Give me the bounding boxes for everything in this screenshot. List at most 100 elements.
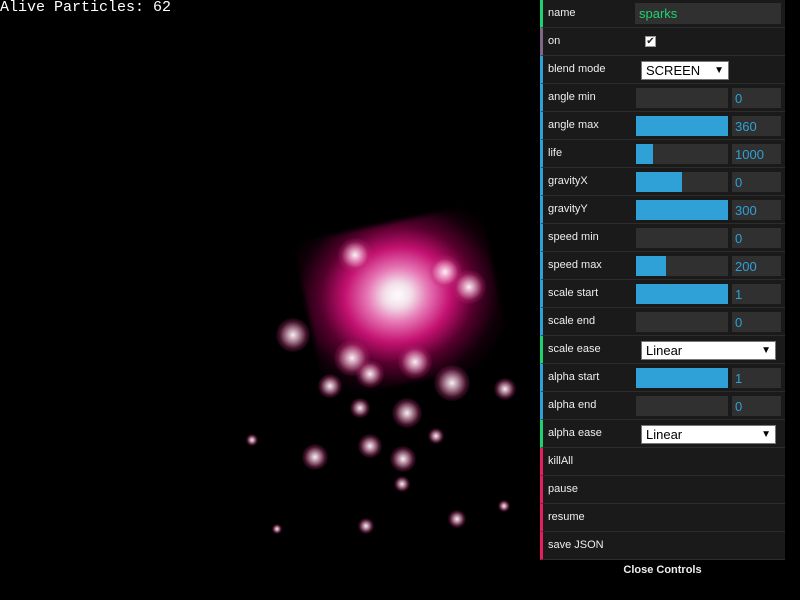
- scale-end-control: scale end 0: [540, 308, 785, 336]
- particle: [390, 446, 416, 472]
- particle: [448, 510, 466, 528]
- speed-max-control: speed max 200: [540, 252, 785, 280]
- life-control: life 1000: [540, 140, 785, 168]
- scale-end-label: scale end: [548, 315, 596, 327]
- angle-max-control: angle max 360: [540, 112, 785, 140]
- particle: [392, 398, 422, 428]
- angle-max-input[interactable]: 360: [732, 116, 781, 136]
- resume-button[interactable]: resume: [540, 504, 785, 532]
- gravity-y-label: gravityY: [548, 203, 588, 215]
- save-json-label: save JSON: [548, 539, 604, 551]
- angle-min-control: angle min 0: [540, 84, 785, 112]
- speed-min-slider[interactable]: [636, 228, 728, 248]
- alpha-start-input[interactable]: 1: [732, 368, 781, 388]
- dropdown-arrow-icon: ▼: [714, 65, 724, 76]
- alpha-end-input[interactable]: 0: [732, 396, 781, 416]
- scale-end-slider[interactable]: [636, 312, 728, 332]
- alpha-ease-select[interactable]: Linear ▼: [641, 425, 776, 444]
- angle-min-slider[interactable]: [636, 88, 728, 108]
- angle-min-label: angle min: [548, 91, 596, 103]
- life-slider[interactable]: [636, 144, 728, 164]
- scale-end-input[interactable]: 0: [732, 312, 781, 332]
- alpha-start-control: alpha start 1: [540, 364, 785, 392]
- scale-start-label: scale start: [548, 287, 599, 299]
- blend-mode-label: blend mode: [548, 63, 606, 75]
- particle: [246, 434, 258, 446]
- scale-ease-select[interactable]: Linear ▼: [641, 341, 776, 360]
- slider-fill: [636, 368, 728, 388]
- life-input[interactable]: 1000: [732, 144, 781, 164]
- particle: [494, 378, 516, 400]
- scale-start-slider[interactable]: [636, 284, 728, 304]
- gravity-x-input[interactable]: 0: [732, 172, 781, 192]
- particle: [498, 500, 510, 512]
- blend-mode-control: blend mode SCREEN ▼: [540, 56, 785, 84]
- gravity-y-control: gravityY 300: [540, 196, 785, 224]
- particle: [428, 428, 444, 444]
- name-control: name sparks: [540, 0, 785, 28]
- blend-mode-value: SCREEN: [646, 63, 701, 78]
- particle: [356, 360, 384, 388]
- particle-canvas[interactable]: [0, 0, 540, 600]
- alpha-ease-value: Linear: [646, 427, 683, 442]
- gravity-y-input[interactable]: 300: [732, 200, 781, 220]
- alpha-ease-control: alpha ease Linear ▼: [540, 420, 785, 448]
- gravity-x-slider[interactable]: [636, 172, 728, 192]
- on-control: on ✔: [540, 28, 785, 56]
- resume-label: resume: [548, 511, 585, 523]
- slider-fill: [636, 116, 728, 136]
- speed-min-input[interactable]: 0: [732, 228, 781, 248]
- name-label: name: [548, 7, 576, 19]
- close-controls-button[interactable]: Close Controls: [540, 560, 785, 580]
- alive-particles-counter: Alive Particles: 62: [0, 0, 172, 16]
- dropdown-arrow-icon: ▼: [761, 345, 771, 356]
- alpha-ease-label: alpha ease: [548, 427, 602, 439]
- pause-button[interactable]: pause: [540, 476, 785, 504]
- scale-ease-control: scale ease Linear ▼: [540, 336, 785, 364]
- slider-fill: [636, 284, 728, 304]
- scale-start-input[interactable]: 1: [732, 284, 781, 304]
- gravity-x-label: gravityX: [548, 175, 588, 187]
- slider-fill: [636, 144, 653, 164]
- gravity-y-slider[interactable]: [636, 200, 728, 220]
- speed-max-slider[interactable]: [636, 256, 728, 276]
- name-input[interactable]: sparks: [635, 3, 781, 24]
- dropdown-arrow-icon: ▼: [761, 429, 771, 440]
- save-json-button[interactable]: save JSON: [540, 532, 785, 560]
- alpha-end-slider[interactable]: [636, 396, 728, 416]
- angle-min-input[interactable]: 0: [732, 88, 781, 108]
- scale-start-control: scale start 1: [540, 280, 785, 308]
- alpha-start-slider[interactable]: [636, 368, 728, 388]
- speed-min-control: speed min 0: [540, 224, 785, 252]
- alpha-end-label: alpha end: [548, 399, 597, 411]
- controls-panel: name sparks on ✔ blend mode SCREEN ▼ ang…: [540, 0, 785, 580]
- particle: [358, 434, 382, 458]
- speed-max-input[interactable]: 200: [732, 256, 781, 276]
- angle-max-slider[interactable]: [636, 116, 728, 136]
- scale-ease-value: Linear: [646, 343, 683, 358]
- particle: [272, 524, 282, 534]
- particle: [394, 476, 410, 492]
- on-label: on: [548, 35, 561, 47]
- kill-all-button[interactable]: killAll: [540, 448, 785, 476]
- speed-min-label: speed min: [548, 231, 599, 243]
- particle: [452, 270, 486, 304]
- particle: [338, 238, 372, 272]
- blend-mode-select[interactable]: SCREEN ▼: [641, 61, 729, 80]
- particle: [358, 518, 374, 534]
- kill-all-label: killAll: [548, 455, 574, 467]
- life-label: life: [548, 147, 563, 159]
- alpha-end-control: alpha end 0: [540, 392, 785, 420]
- particle: [302, 444, 328, 470]
- speed-max-label: speed max: [548, 259, 602, 271]
- on-checkbox[interactable]: ✔: [645, 36, 656, 47]
- slider-fill: [636, 200, 728, 220]
- scale-ease-label: scale ease: [548, 343, 601, 355]
- gravity-x-control: gravityX 0: [540, 168, 785, 196]
- angle-max-label: angle max: [548, 119, 599, 131]
- particle: [276, 318, 310, 352]
- particle: [318, 374, 342, 398]
- slider-fill: [636, 256, 667, 276]
- particle: [398, 345, 432, 379]
- slider-fill: [636, 172, 682, 192]
